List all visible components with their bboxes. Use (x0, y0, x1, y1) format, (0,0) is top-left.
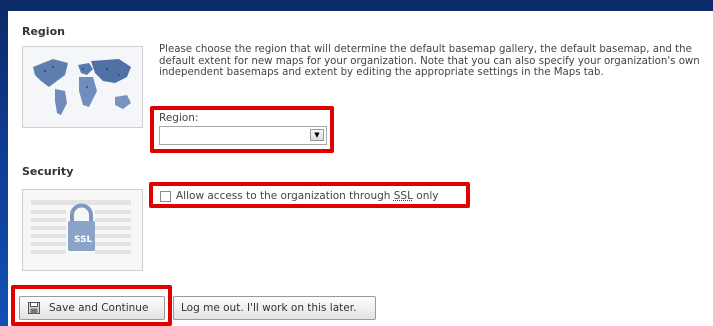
world-map-icon (22, 46, 143, 128)
lock-icon: SSL (22, 189, 143, 271)
region-description: Please choose the region that will deter… (159, 44, 700, 78)
ssl-checkbox-label[interactable]: Allow access to the organization through… (176, 190, 439, 202)
log-me-out-button[interactable]: Log me out. I'll work on this later. (173, 296, 376, 320)
settings-panel: Region Please choose the region that wil… (8, 11, 713, 326)
ssl-checkbox[interactable] (160, 191, 171, 202)
region-title: Region (22, 25, 65, 38)
ssl-label-suffix: only (412, 190, 439, 202)
region-select-label: Region: (159, 112, 199, 124)
security-title: Security (22, 165, 74, 178)
ssl-abbr: SSL (393, 190, 413, 202)
save-button-label: Save and Continue (49, 302, 149, 314)
save-and-continue-button[interactable]: Save and Continue (19, 296, 165, 320)
ssl-thumb-text: SSL (74, 235, 93, 245)
chevron-down-icon[interactable]: ▼ (310, 129, 324, 141)
floppy-disk-icon (28, 302, 40, 314)
region-select[interactable]: ▼ (159, 126, 327, 145)
logout-button-label: Log me out. I'll work on this later. (181, 302, 357, 314)
ssl-label-prefix: Allow access to the organization through (176, 190, 394, 202)
